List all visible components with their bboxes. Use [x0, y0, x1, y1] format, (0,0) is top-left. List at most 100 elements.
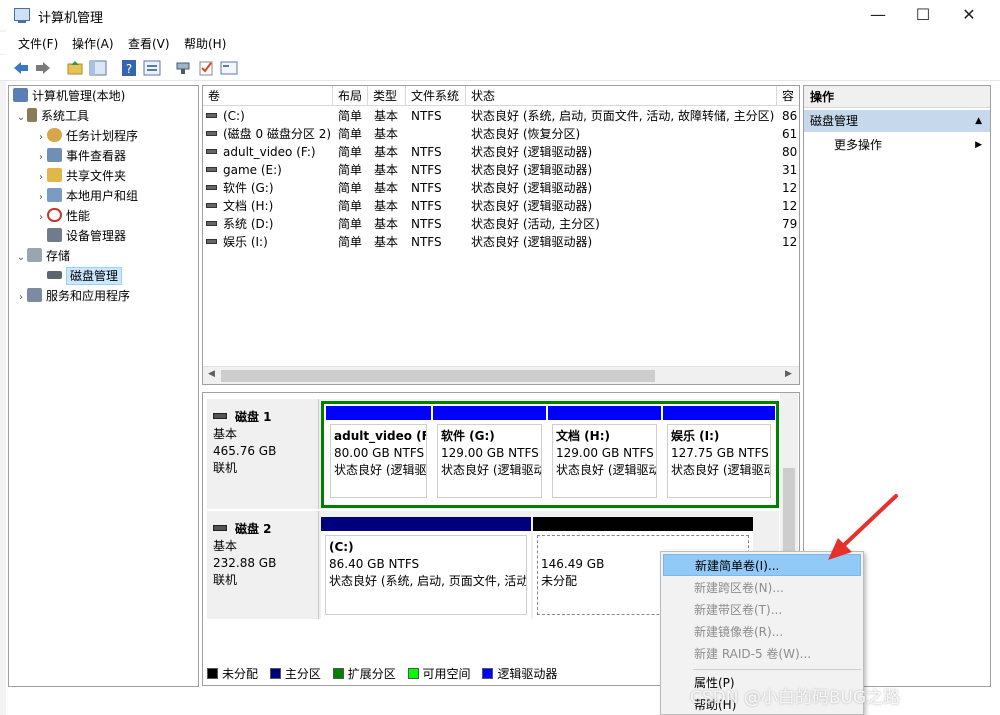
partition-adult-video[interactable]: adult_video (F 80.00 GB NTFS 状态良好 (逻辑驱	[326, 406, 431, 502]
volume-drive-icon	[206, 203, 217, 208]
legend-unallocated: 未分配	[207, 665, 258, 682]
extended-partition-frame: adult_video (F 80.00 GB NTFS 状态良好 (逻辑驱 软…	[321, 401, 779, 508]
more-actions-item[interactable]: 更多操作 ▶	[834, 135, 988, 155]
computer-management-icon	[13, 88, 28, 102]
check-icon[interactable]	[197, 59, 215, 77]
partition-color-bar	[321, 517, 531, 531]
column-header-layout[interactable]: 布局	[333, 86, 368, 106]
chevron-down-icon[interactable]: ⌄	[15, 108, 27, 128]
svg-text:?: ?	[126, 62, 132, 76]
disk-icon	[213, 525, 227, 531]
column-header-capacity[interactable]: 容	[777, 86, 799, 106]
tree-item-device-manager[interactable]: 设备管理器	[35, 226, 126, 246]
chevron-right-icon[interactable]: ›	[35, 188, 47, 208]
column-header-filesystem[interactable]: 文件系统	[406, 86, 466, 106]
partition-color-bar	[533, 517, 753, 531]
volume-drive-icon	[206, 221, 217, 226]
table-row[interactable]: game (E:) 简单 基本 NTFS 状态良好 (逻辑驱动器) 31	[203, 161, 799, 179]
menu-item-new-mirrored-volume[interactable]: 新建镜像卷(R)...	[663, 621, 861, 643]
partition-color-bar	[433, 406, 546, 420]
tree-item-performance[interactable]: › 性能	[35, 206, 90, 226]
table-row[interactable]: 文档 (H:) 简单 基本 NTFS 状态良好 (逻辑驱动器) 12	[203, 197, 799, 215]
minimize-button[interactable]: —	[855, 0, 901, 30]
menu-item-new-raid5-volume[interactable]: 新建 RAID-5 卷(W)...	[663, 643, 861, 665]
disk-management-icon	[47, 271, 62, 279]
menu-item-new-spanned-volume[interactable]: 新建跨区卷(N)...	[663, 577, 861, 599]
partition-documents[interactable]: 文档 (H:) 129.00 GB NTFS 状态良好 (逻辑驱动	[548, 406, 661, 502]
menu-item-new-striped-volume[interactable]: 新建带区卷(T)...	[663, 599, 861, 621]
disk-1-label[interactable]: 磁盘 1 基本 465.76 GB 联机	[207, 399, 319, 509]
column-header-type[interactable]: 类型	[368, 86, 406, 106]
legend-logical-drive: 逻辑驱动器	[482, 665, 557, 682]
menu-view[interactable]: 查看(V)	[128, 35, 170, 52]
volume-drive-icon	[206, 131, 217, 136]
menu-bar: 文件(F) 操作(A) 查看(V) 帮助(H)	[0, 32, 1000, 54]
volume-list: 卷 布局 类型 文件系统 状态 容 (C:) 简单 基本 NTFS 状态良好 (…	[202, 85, 800, 385]
tree-item-computer-management[interactable]: 计算机管理(本地)	[13, 86, 125, 106]
scroll-right-icon[interactable]: ▶	[785, 369, 792, 379]
chevron-right-icon[interactable]: ›	[35, 128, 47, 148]
column-header-volume[interactable]: 卷	[203, 86, 333, 106]
shared-folders-icon	[47, 168, 62, 182]
tree-item-task-scheduler[interactable]: › 任务计划程序	[35, 126, 138, 146]
table-row[interactable]: (C:) 简单 基本 NTFS 状态良好 (系统, 启动, 页面文件, 活动, …	[203, 107, 799, 125]
forward-arrow-icon[interactable]	[34, 59, 52, 77]
menu-action[interactable]: 操作(A)	[72, 35, 114, 52]
properties-icon[interactable]	[143, 59, 161, 77]
chevron-down-icon[interactable]: ⌄	[15, 248, 27, 268]
actions-header: 操作	[804, 86, 990, 108]
chevron-right-icon[interactable]: ›	[35, 168, 47, 188]
toolbar: ?	[0, 55, 1000, 81]
volume-drive-icon	[206, 167, 217, 172]
volume-list-horizontal-scrollbar[interactable]: ◀ ▶	[203, 366, 799, 384]
menu-file[interactable]: 文件(F)	[18, 35, 58, 52]
table-row[interactable]: 系统 (D:) 简单 基本 NTFS 状态良好 (活动, 主分区) 79	[203, 215, 799, 233]
partition-software[interactable]: 软件 (G:) 129.00 GB NTFS 状态良好 (逻辑驱动	[433, 406, 546, 502]
computer-management-app-icon	[14, 8, 30, 23]
close-button[interactable]: ✕	[946, 0, 992, 30]
chevron-right-icon[interactable]: ›	[35, 148, 47, 168]
menu-separator	[693, 669, 861, 670]
scrollbar-thumb[interactable]	[783, 468, 795, 558]
volume-drive-icon	[206, 149, 217, 154]
console-icon[interactable]	[220, 59, 238, 77]
legend-swatch	[407, 668, 419, 679]
device-manager-icon	[47, 228, 62, 242]
show-hide-tree-icon[interactable]	[89, 59, 107, 77]
actions-section-disk-management[interactable]: 磁盘管理 ▲	[804, 110, 990, 132]
chevron-right-icon[interactable]: ›	[15, 288, 27, 308]
connect-icon[interactable]	[174, 59, 192, 77]
table-row[interactable]: 娱乐 (I:) 简单 基本 NTFS 状态良好 (逻辑驱动器) 12	[203, 233, 799, 251]
partition-entertainment[interactable]: 娱乐 (I:) 127.75 GB NTFS 状态良好 (逻辑驱动	[663, 406, 775, 502]
chevron-right-icon[interactable]: ›	[35, 208, 47, 228]
tree-item-storage[interactable]: ⌄ 存储	[15, 246, 70, 266]
scrollbar-thumb[interactable]	[221, 370, 655, 382]
table-row[interactable]: 软件 (G:) 简单 基本 NTFS 状态良好 (逻辑驱动器) 12	[203, 179, 799, 197]
title-bar: 计算机管理 — ☐ ✕	[0, 0, 1000, 30]
tree-item-event-viewer[interactable]: › 事件查看器	[35, 146, 126, 166]
collapse-up-icon[interactable]: ▲	[975, 110, 982, 132]
services-apps-icon	[27, 288, 42, 302]
table-row[interactable]: (磁盘 0 磁盘分区 2) 简单 基本 状态良好 (恢复分区) 61	[203, 125, 799, 143]
tree-item-services-applications[interactable]: › 服务和应用程序	[15, 286, 130, 306]
annotation-arrow-icon	[828, 494, 898, 560]
menu-help[interactable]: 帮助(H)	[184, 35, 226, 52]
disk-2-label[interactable]: 磁盘 2 基本 232.88 GB 联机	[207, 511, 319, 619]
tree-item-disk-management[interactable]: 磁盘管理	[35, 266, 123, 286]
partition-c-drive[interactable]: (C:) 86.40 GB NTFS 状态良好 (系统, 启动, 页面文件, 活…	[321, 517, 531, 619]
table-row[interactable]: adult_video (F:) 简单 基本 NTFS 状态良好 (逻辑驱动器)…	[203, 143, 799, 161]
tree-item-system-tools[interactable]: ⌄ 系统工具	[15, 106, 89, 126]
back-arrow-icon[interactable]	[12, 59, 30, 77]
event-viewer-icon	[47, 148, 62, 162]
volume-drive-icon	[206, 239, 217, 244]
window-title: 计算机管理	[38, 11, 104, 26]
legend-free-space: 可用空间	[407, 665, 471, 682]
column-header-status[interactable]: 状态	[466, 86, 777, 106]
tree-item-shared-folders[interactable]: › 共享文件夹	[35, 166, 126, 186]
tree-item-local-users-groups[interactable]: › 本地用户和组	[35, 186, 138, 206]
performance-icon	[47, 208, 62, 222]
help-icon[interactable]: ?	[120, 59, 138, 77]
up-folder-icon[interactable]	[66, 59, 84, 77]
maximize-button[interactable]: ☐	[900, 0, 946, 30]
scroll-left-icon[interactable]: ◀	[208, 369, 215, 379]
